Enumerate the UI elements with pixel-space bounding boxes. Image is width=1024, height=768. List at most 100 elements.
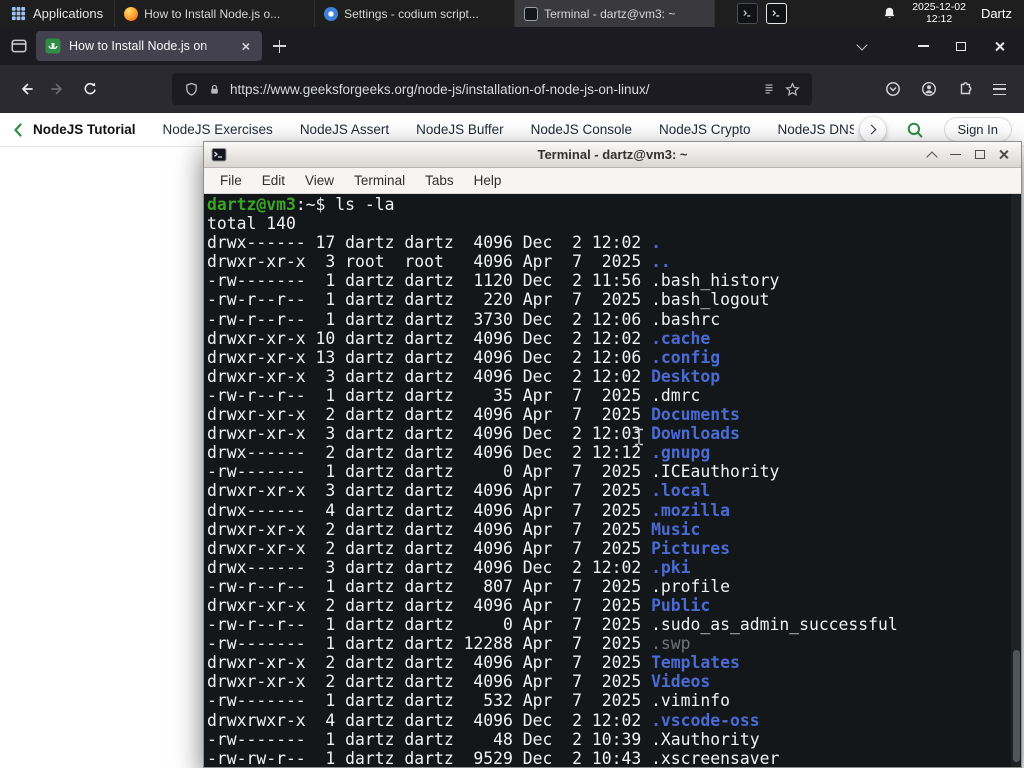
terminal-menu-help[interactable]: Help xyxy=(464,170,512,191)
terminal-line: drwxr-xr-x 3 dartz dartz 4096 Dec 2 12:0… xyxy=(207,424,740,444)
extensions-puzzle-icon[interactable] xyxy=(957,81,973,97)
terminal-line: drwxr-xr-x 2 dartz dartz 4096 Apr 7 2025… xyxy=(207,595,711,615)
site-nav-item[interactable]: NodeJS Crypto xyxy=(659,122,751,137)
terminal-line: -rw------- 1 dartz dartz 12288 Apr 7 202… xyxy=(207,634,691,654)
site-nav-item[interactable]: NodeJS Tutorial xyxy=(33,122,136,137)
browser-window-controls xyxy=(910,33,1014,59)
terminal-window-controls xyxy=(921,145,1014,165)
terminal-menu-edit[interactable]: Edit xyxy=(252,170,295,191)
window-minimize-button[interactable] xyxy=(910,33,936,59)
terminal-line: dartz@vm3:~$ ls -la xyxy=(207,195,395,214)
forward-button[interactable] xyxy=(42,73,74,105)
terminal-menu-terminal[interactable]: Terminal xyxy=(344,170,415,191)
terminal-icon xyxy=(524,6,539,21)
terminal-line: drwxr-xr-x 13 dartz dartz 4096 Dec 2 12:… xyxy=(207,347,721,367)
settings-icon xyxy=(324,6,339,21)
terminal-scrollbar-thumb[interactable] xyxy=(1012,650,1020,762)
firefox-view-icon[interactable] xyxy=(10,37,28,55)
padlock-icon[interactable] xyxy=(208,83,221,96)
terminal-close-button[interactable] xyxy=(993,145,1014,165)
site-nav-item[interactable]: NodeJS DNS xyxy=(778,122,854,137)
terminal-menu-file[interactable]: File xyxy=(210,170,252,191)
site-nav-item[interactable]: NodeJS Console xyxy=(531,122,632,137)
terminal-line: -rw-r--r-- 1 dartz dartz 0 Apr 7 2025 .s… xyxy=(207,615,898,635)
terminal-line: drwxr-xr-x 2 dartz dartz 4096 Apr 7 2025… xyxy=(207,538,731,558)
site-nav-item[interactable]: NodeJS Buffer xyxy=(416,122,504,137)
taskbar-window-button[interactable]: Terminal - dartz@vm3: ~ xyxy=(515,0,716,27)
taskbar-window-title: Settings - codium script... xyxy=(344,6,479,21)
geeksforgeeks-favicon-icon xyxy=(45,38,61,54)
terminal-titlebar[interactable]: Terminal - dartz@vm3: ~ xyxy=(204,142,1021,168)
terminal-menu-view[interactable]: View xyxy=(295,170,344,191)
window-maximize-button[interactable] xyxy=(948,33,974,59)
terminal-app-icon xyxy=(211,147,227,163)
terminal-line: drwx------ 3 dartz dartz 4096 Dec 2 12:0… xyxy=(207,557,691,577)
reload-button[interactable] xyxy=(74,73,106,105)
terminal-line: -rw------- 1 dartz dartz 0 Apr 7 2025 .I… xyxy=(207,462,780,482)
clock[interactable]: 2025-12-02 12:12 xyxy=(912,1,966,25)
url-text: https://www.geeksforgeeks.org/node-js/in… xyxy=(230,81,650,97)
terminal-line: total 140 xyxy=(207,214,296,234)
mouse-cursor-ibeam xyxy=(635,428,643,446)
account-icon[interactable] xyxy=(921,81,937,97)
tracking-protection-shield-icon[interactable] xyxy=(184,82,199,97)
terminal-line: -rw-r--r-- 1 dartz dartz 3730 Dec 2 12:0… xyxy=(207,309,721,329)
applications-grid-icon xyxy=(11,6,26,21)
user-menu[interactable]: Dartz xyxy=(981,6,1012,21)
terminal-minimize-button[interactable] xyxy=(945,145,966,165)
terminal-output[interactable]: dartz@vm3:~$ ls -la total 140 drwx------ 1… xyxy=(204,194,1021,767)
taskbar-window-title: How to Install Node.js o... xyxy=(144,6,281,21)
terminal-line: -rw------- 1 dartz dartz 532 Apr 7 2025 … xyxy=(207,691,731,711)
firefox-icon xyxy=(124,6,139,21)
terminal-menubar: File Edit View Terminal Tabs Help xyxy=(204,168,1021,194)
system-tray xyxy=(737,0,788,27)
applications-menu-button[interactable]: Applications xyxy=(0,0,116,27)
terminal-line: -rw-rw-r-- 1 dartz dartz 9529 Dec 2 10:4… xyxy=(207,748,780,767)
sign-in-button[interactable]: Sign In xyxy=(943,117,1012,142)
applications-label: Applications xyxy=(33,6,104,21)
browser-tab-bar: How to Install Node.js on xyxy=(0,27,1024,65)
terminal-scrollbar[interactable] xyxy=(1011,194,1021,767)
site-nav-items: NodeJS Tutorial NodeJS Exercises NodeJS As… xyxy=(33,122,854,137)
notification-bell-icon[interactable] xyxy=(882,6,897,21)
tab-close-icon[interactable] xyxy=(237,38,253,54)
terminal-line: drwxr-xr-x 3 dartz dartz 4096 Apr 7 2025… xyxy=(207,481,711,501)
window-close-button[interactable] xyxy=(986,33,1012,59)
terminal-line: drwx------ 4 dartz dartz 4096 Apr 7 2025… xyxy=(207,500,731,520)
new-tab-button[interactable] xyxy=(273,39,286,53)
pocket-icon[interactable] xyxy=(885,81,901,97)
terminal-window: Terminal - dartz@vm3: ~ File Edit View Term… xyxy=(203,141,1022,768)
terminal-line: drwx------ 2 dartz dartz 4096 Dec 2 12:1… xyxy=(207,443,711,463)
bookmark-star-icon[interactable] xyxy=(785,81,800,97)
terminal-line: drwxr-xr-x 3 root root 4096 Apr 7 2025 .… xyxy=(207,252,671,272)
terminal-title: Terminal - dartz@vm3: ~ xyxy=(537,147,688,162)
terminal-line: drwxr-xr-x 2 dartz dartz 4096 Apr 7 2025… xyxy=(207,672,711,692)
url-bar[interactable]: https://www.geeksforgeeks.org/node-js/in… xyxy=(172,73,812,105)
list-all-tabs-icon[interactable] xyxy=(856,38,868,51)
terminal-line: drwxr-xr-x 3 dartz dartz 4096 Dec 2 12:0… xyxy=(207,366,721,386)
taskbar-window-button[interactable]: How to Install Node.js o... xyxy=(115,0,316,27)
browser-tab[interactable]: How to Install Node.js on xyxy=(36,31,262,61)
terminal-line: drwxr-xr-x 2 dartz dartz 4096 Apr 7 2025… xyxy=(207,653,740,673)
taskbar-window-button[interactable]: Settings - codium script... xyxy=(315,0,516,27)
taskbar-window-title: Terminal - dartz@vm3: ~ xyxy=(544,6,676,21)
reader-view-icon[interactable] xyxy=(762,82,776,96)
nav-scroll-right-button[interactable] xyxy=(859,116,886,143)
nav-scroll-left-icon[interactable] xyxy=(12,122,24,138)
taskbar-window-list: How to Install Node.js o... Settings - co… xyxy=(115,0,716,27)
terminal-maximize-button[interactable] xyxy=(969,145,990,165)
search-icon[interactable] xyxy=(906,121,924,139)
site-nav-item[interactable]: NodeJS Assert xyxy=(300,122,389,137)
terminal-line: -rw-r--r-- 1 dartz dartz 220 Apr 7 2025 … xyxy=(207,290,770,310)
terminal-line: -rw-r--r-- 1 dartz dartz 35 Apr 7 2025 .… xyxy=(207,385,701,405)
taskbar-right-area: 2025-12-02 12:12 Dartz xyxy=(882,0,1024,27)
tray-terminal-icon[interactable] xyxy=(737,3,759,24)
terminal-shade-button[interactable] xyxy=(921,145,942,165)
back-button[interactable] xyxy=(10,73,42,105)
terminal-menu-tabs[interactable]: Tabs xyxy=(415,170,464,191)
terminal-line: -rw------- 1 dartz dartz 48 Dec 2 10:39 … xyxy=(207,729,760,749)
site-nav-item[interactable]: NodeJS Exercises xyxy=(163,122,273,137)
menu-hamburger-icon[interactable] xyxy=(993,83,1006,95)
tray-terminal-active-icon[interactable] xyxy=(766,3,788,24)
terminal-line: drwx------ 17 dartz dartz 4096 Dec 2 12:… xyxy=(207,233,661,253)
